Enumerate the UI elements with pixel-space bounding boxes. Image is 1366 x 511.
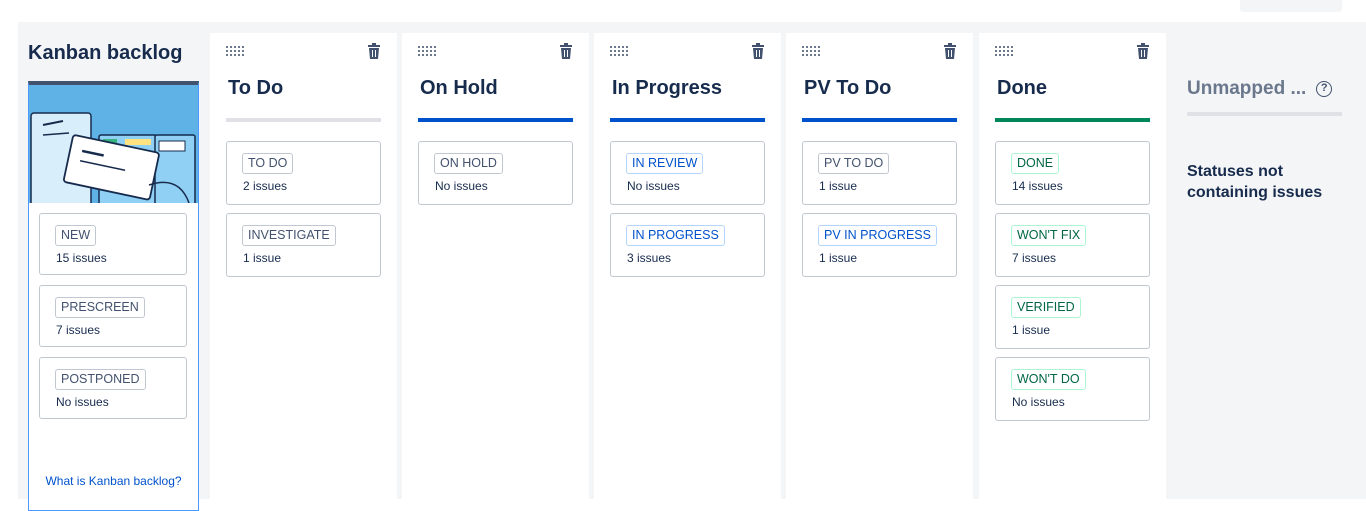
status-card-investigate[interactable]: INVESTIGATE 1 issue — [226, 213, 381, 277]
drag-handle-icon[interactable] — [995, 43, 1017, 56]
board: Kanban backlog NEW 15 issues PRESCREEN 7… — [18, 22, 1366, 511]
status-card-verified[interactable]: VERIFIED 1 issue — [995, 285, 1150, 349]
issue-count: No issues — [435, 179, 488, 193]
status-card-on-hold[interactable]: ON HOLD No issues — [418, 141, 573, 205]
unmapped-title: Unmapped ... — [1187, 78, 1307, 99]
top-right-button[interactable] — [1240, 0, 1342, 12]
column-status-bar — [802, 118, 957, 122]
backlog-illustration — [29, 85, 198, 203]
issue-count: 15 issues — [56, 251, 107, 265]
column-status-bar — [610, 118, 765, 122]
drag-handle-icon[interactable] — [226, 43, 248, 56]
column-header: To Do — [226, 33, 381, 123]
status-card-done[interactable]: DONE 14 issues — [995, 141, 1150, 205]
issue-count: No issues — [627, 179, 680, 193]
issue-count: 2 issues — [243, 179, 288, 193]
status-card-in-review[interactable]: IN REVIEW No issues — [610, 141, 765, 205]
status-lozenge: POSTPONED — [55, 369, 146, 390]
status-lozenge: TO DO — [242, 153, 294, 174]
column-done: Done DONE 14 issues WON'T FIX 7 issues V… — [979, 33, 1166, 499]
help-icon[interactable]: ? — [1316, 81, 1333, 97]
column-status-bar — [226, 118, 381, 122]
column-on-hold: On Hold ON HOLD No issues — [402, 33, 589, 499]
backlog-card-new[interactable]: NEW 15 issues — [39, 213, 187, 275]
drag-handle-icon[interactable] — [610, 43, 632, 56]
status-card-pv-to-do[interactable]: PV TO DO 1 issue — [802, 141, 957, 205]
column-status-bar — [418, 118, 573, 122]
status-card-pv-in-progress[interactable]: PV IN PROGRESS 1 issue — [802, 213, 957, 277]
status-card-to-do[interactable]: TO DO 2 issues — [226, 141, 381, 205]
issue-count: No issues — [1012, 395, 1065, 409]
status-lozenge: PV TO DO — [818, 153, 890, 174]
backlog-panel: NEW 15 issues PRESCREEN 7 issues POSTPON… — [28, 81, 199, 511]
column-to-do: To Do TO DO 2 issues INVESTIGATE 1 issue — [210, 33, 397, 499]
status-lozenge: WON'T FIX — [1011, 225, 1087, 246]
issue-count: 7 issues — [56, 323, 101, 337]
trash-icon[interactable] — [751, 43, 765, 59]
status-lozenge: IN REVIEW — [626, 153, 704, 174]
backlog-card-prescreen[interactable]: PRESCREEN 7 issues — [39, 285, 187, 347]
unmapped-status-bar — [1187, 112, 1342, 116]
column-title: Done — [997, 77, 1047, 99]
issue-count: 1 issue — [819, 251, 858, 265]
status-lozenge: VERIFIED — [1011, 297, 1081, 318]
issue-count: No issues — [56, 395, 109, 409]
issue-count: 1 issue — [243, 251, 282, 265]
status-card-wont-do[interactable]: WON'T DO No issues — [995, 357, 1150, 421]
trash-icon[interactable] — [559, 43, 573, 59]
what-is-backlog-link[interactable]: What is Kanban backlog? — [29, 474, 198, 488]
issue-count: 14 issues — [1012, 179, 1063, 193]
unmapped-column: Unmapped ... ? Statuses not containing i… — [1187, 78, 1342, 203]
column-title: On Hold — [420, 77, 498, 99]
status-lozenge: INVESTIGATE — [242, 225, 336, 246]
status-lozenge: PRESCREEN — [55, 297, 145, 318]
column-title: PV To Do — [804, 77, 892, 99]
backlog-column: Kanban backlog NEW 15 issues PRESCREEN 7… — [18, 22, 199, 511]
backlog-card-postponed[interactable]: POSTPONED No issues — [39, 357, 187, 419]
drag-handle-icon[interactable] — [802, 43, 824, 56]
issue-count: 1 issue — [1012, 323, 1051, 337]
column-title: In Progress — [612, 77, 723, 99]
column-header: Done — [995, 33, 1150, 123]
column-header: In Progress — [610, 33, 765, 123]
status-card-wont-fix[interactable]: WON'T FIX 7 issues — [995, 213, 1150, 277]
unmapped-empty-text: Statuses not containing issues — [1187, 163, 1323, 201]
column-header: On Hold — [418, 33, 573, 123]
status-lozenge: NEW — [55, 225, 97, 246]
trash-icon[interactable] — [943, 43, 957, 59]
issue-count: 1 issue — [819, 179, 858, 193]
issue-count: 7 issues — [1012, 251, 1057, 265]
status-lozenge: IN PROGRESS — [626, 225, 725, 246]
status-lozenge: ON HOLD — [434, 153, 503, 174]
column-header: PV To Do — [802, 33, 957, 123]
status-lozenge: WON'T DO — [1011, 369, 1086, 390]
drag-handle-icon[interactable] — [418, 43, 440, 56]
column-in-progress: In Progress IN REVIEW No issues IN PROGR… — [594, 33, 781, 499]
column-title: To Do — [228, 77, 284, 99]
column-status-bar — [995, 118, 1150, 122]
column-pv-to-do: PV To Do PV TO DO 1 issue PV IN PROGRESS… — [786, 33, 973, 499]
unmapped-header: Unmapped ... ? — [1187, 78, 1342, 100]
backlog-title: Kanban backlog — [28, 42, 183, 64]
trash-icon[interactable] — [1136, 43, 1150, 59]
trash-icon[interactable] — [367, 43, 381, 59]
status-card-in-progress[interactable]: IN PROGRESS 3 issues — [610, 213, 765, 277]
status-lozenge: DONE — [1011, 153, 1060, 174]
issue-count: 3 issues — [627, 251, 672, 265]
status-lozenge: PV IN PROGRESS — [818, 225, 937, 246]
